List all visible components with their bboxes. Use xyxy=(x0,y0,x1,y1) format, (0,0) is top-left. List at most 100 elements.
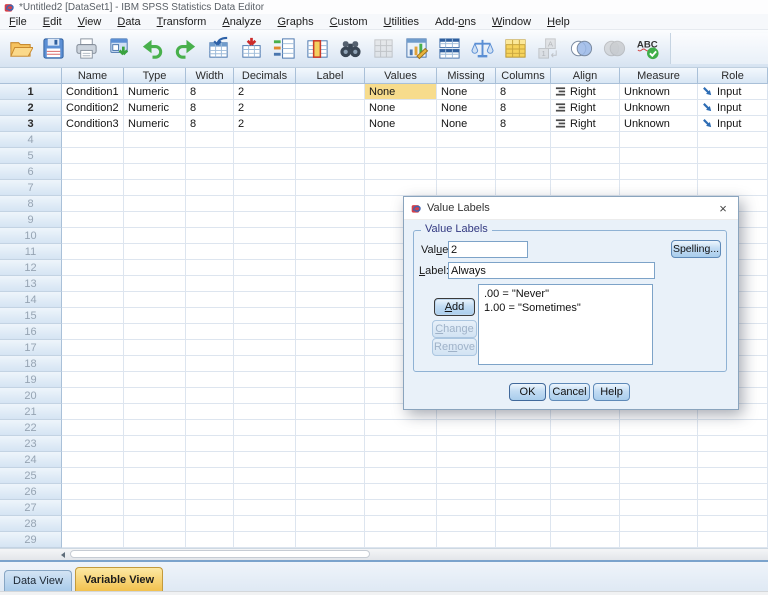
cell-name-row1[interactable]: Condition1 xyxy=(62,84,124,100)
empty-cell[interactable] xyxy=(234,372,296,388)
variables-icon[interactable] xyxy=(270,35,298,63)
row-header-23[interactable]: 23 xyxy=(0,436,62,452)
dialog-title-bar[interactable]: Value Labels × xyxy=(404,197,738,220)
empty-cell[interactable] xyxy=(620,132,698,148)
empty-cell[interactable] xyxy=(296,196,365,212)
empty-cell[interactable] xyxy=(62,388,124,404)
row-header-11[interactable]: 11 xyxy=(0,244,62,260)
row-header-21[interactable]: 21 xyxy=(0,404,62,420)
cell-values-row2[interactable]: None xyxy=(365,100,437,116)
empty-cell[interactable] xyxy=(437,468,496,484)
empty-cell[interactable] xyxy=(296,500,365,516)
menu-file[interactable]: File xyxy=(1,16,35,28)
menu-edit[interactable]: Edit xyxy=(35,16,70,28)
cell-measure-row2[interactable]: Unknown xyxy=(620,100,698,116)
empty-cell[interactable] xyxy=(124,164,186,180)
scroll-left-arrow-icon[interactable] xyxy=(57,550,68,559)
empty-cell[interactable] xyxy=(124,276,186,292)
empty-cell[interactable] xyxy=(186,324,234,340)
empty-cell[interactable] xyxy=(620,180,698,196)
empty-cell[interactable] xyxy=(698,468,768,484)
empty-cell[interactable] xyxy=(296,484,365,500)
row-header-10[interactable]: 10 xyxy=(0,228,62,244)
empty-cell[interactable] xyxy=(62,292,124,308)
empty-cell[interactable] xyxy=(234,500,296,516)
empty-cell[interactable] xyxy=(296,340,365,356)
empty-cell[interactable] xyxy=(186,484,234,500)
cell-decimals-row3[interactable]: 2 xyxy=(234,116,296,132)
cell-measure-row3[interactable]: Unknown xyxy=(620,116,698,132)
empty-cell[interactable] xyxy=(365,452,437,468)
empty-cell[interactable] xyxy=(296,372,365,388)
cell-align-row3[interactable]: Right xyxy=(551,116,620,132)
empty-cell[interactable] xyxy=(437,420,496,436)
row-header-18[interactable]: 18 xyxy=(0,356,62,372)
empty-cell[interactable] xyxy=(496,468,551,484)
empty-cell[interactable] xyxy=(186,260,234,276)
column-header-role[interactable]: Role xyxy=(698,68,768,84)
empty-cell[interactable] xyxy=(186,388,234,404)
empty-cell[interactable] xyxy=(365,436,437,452)
empty-cell[interactable] xyxy=(186,532,234,548)
empty-cell[interactable] xyxy=(186,276,234,292)
empty-cell[interactable] xyxy=(496,132,551,148)
empty-cell[interactable] xyxy=(620,436,698,452)
empty-cell[interactable] xyxy=(437,180,496,196)
row-header-19[interactable]: 19 xyxy=(0,372,62,388)
empty-cell[interactable] xyxy=(698,148,768,164)
cell-values-row3[interactable]: None xyxy=(365,116,437,132)
empty-cell[interactable] xyxy=(296,212,365,228)
empty-cell[interactable] xyxy=(437,132,496,148)
empty-cell[interactable] xyxy=(365,180,437,196)
empty-cell[interactable] xyxy=(296,324,365,340)
empty-cell[interactable] xyxy=(124,132,186,148)
column-header-missing[interactable]: Missing xyxy=(437,68,496,84)
empty-cell[interactable] xyxy=(437,516,496,532)
empty-cell[interactable] xyxy=(124,356,186,372)
empty-cell[interactable] xyxy=(551,500,620,516)
empty-cell[interactable] xyxy=(186,228,234,244)
empty-cell[interactable] xyxy=(496,484,551,500)
empty-cell[interactable] xyxy=(551,452,620,468)
empty-cell[interactable] xyxy=(437,164,496,180)
empty-cell[interactable] xyxy=(496,452,551,468)
empty-cell[interactable] xyxy=(124,500,186,516)
value-input[interactable] xyxy=(448,241,528,258)
empty-cell[interactable] xyxy=(62,276,124,292)
spell-check-icon[interactable]: ABC xyxy=(633,35,661,63)
ok-button[interactable]: OK xyxy=(509,383,546,401)
row-header-15[interactable]: 15 xyxy=(0,308,62,324)
empty-cell[interactable] xyxy=(186,468,234,484)
corner-cell[interactable] xyxy=(0,68,62,84)
cell-type-row2[interactable]: Numeric xyxy=(124,100,186,116)
empty-cell[interactable] xyxy=(186,148,234,164)
row-header-6[interactable]: 6 xyxy=(0,164,62,180)
empty-cell[interactable] xyxy=(296,532,365,548)
print-icon[interactable] xyxy=(72,35,100,63)
empty-cell[interactable] xyxy=(234,340,296,356)
empty-cell[interactable] xyxy=(620,484,698,500)
empty-cell[interactable] xyxy=(296,260,365,276)
cell-values-row1[interactable]: None xyxy=(365,84,437,100)
menu-window[interactable]: Window xyxy=(484,16,539,28)
cell-label-row1[interactable] xyxy=(296,84,365,100)
empty-cell[interactable] xyxy=(698,452,768,468)
cancel-button[interactable]: Cancel xyxy=(549,383,590,401)
cell-width-row3[interactable]: 8 xyxy=(186,116,234,132)
empty-cell[interactable] xyxy=(496,532,551,548)
empty-cell[interactable] xyxy=(698,500,768,516)
undo-icon[interactable] xyxy=(138,35,166,63)
empty-cell[interactable] xyxy=(620,468,698,484)
weight-cases-icon[interactable] xyxy=(468,35,496,63)
value-label-entry[interactable]: .00 = "Never" xyxy=(479,287,652,301)
empty-cell[interactable] xyxy=(496,500,551,516)
empty-cell[interactable] xyxy=(234,388,296,404)
menu-data[interactable]: Data xyxy=(109,16,148,28)
empty-cell[interactable] xyxy=(124,292,186,308)
cell-missing-row2[interactable]: None xyxy=(437,100,496,116)
empty-cell[interactable] xyxy=(62,196,124,212)
empty-cell[interactable] xyxy=(551,164,620,180)
empty-cell[interactable] xyxy=(296,356,365,372)
empty-cell[interactable] xyxy=(620,420,698,436)
cell-measure-row1[interactable]: Unknown xyxy=(620,84,698,100)
